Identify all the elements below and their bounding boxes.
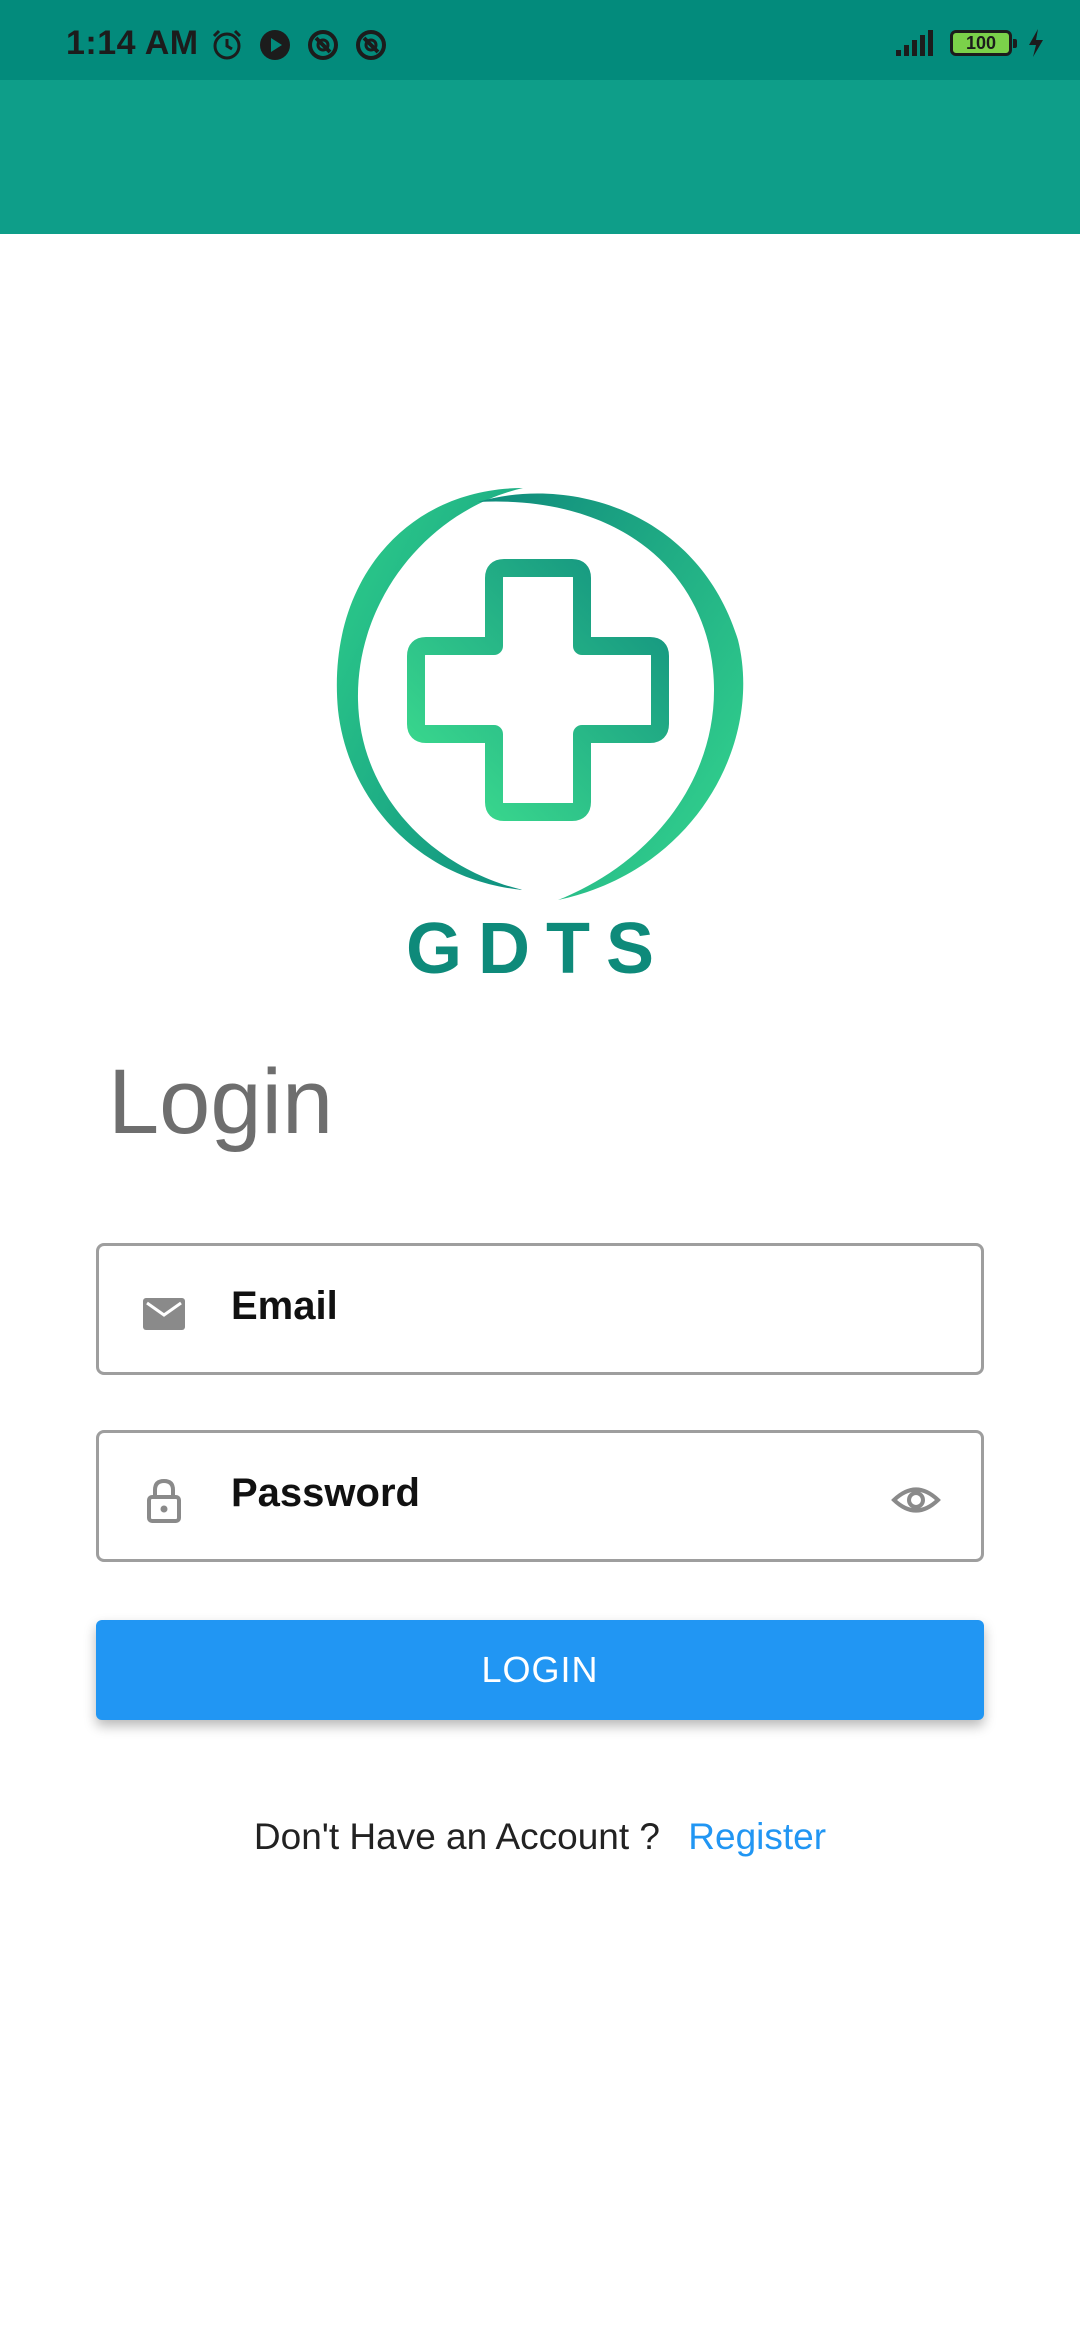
play-icon	[260, 30, 290, 60]
sync-icon	[356, 30, 386, 60]
visibility-toggle-icon[interactable]	[891, 1477, 941, 1523]
lock-icon	[147, 1478, 181, 1523]
register-row: Don't Have an Account ? Register	[0, 1816, 1080, 1858]
alarm-icon	[212, 29, 242, 60]
status-bar: 1:14 AM 100	[0, 0, 1080, 80]
login-button[interactable]: LOGIN	[96, 1620, 984, 1720]
brand-name: GDTS	[405, 909, 670, 989]
medical-cross-logo	[336, 488, 744, 900]
email-field[interactable]: Email	[96, 1243, 984, 1375]
app-bar	[0, 80, 1080, 234]
email-placeholder: Email	[231, 1284, 338, 1328]
battery-icon: 100	[950, 30, 1017, 56]
battery-level: 100	[965, 32, 997, 53]
status-icons-left	[210, 28, 388, 62]
register-link[interactable]: Register	[688, 1816, 826, 1857]
password-field[interactable]: Password	[96, 1430, 984, 1562]
sync-icon	[308, 30, 338, 60]
charging-icon	[1029, 29, 1043, 57]
status-icons-right: 100	[894, 28, 1046, 58]
password-placeholder: Password	[231, 1471, 420, 1515]
register-prompt: Don't Have an Account ?	[253, 1816, 661, 1857]
status-time: 1:14 AM	[66, 24, 199, 62]
mail-icon	[143, 1298, 185, 1330]
signal-icon	[896, 30, 933, 56]
page-title: Login	[108, 1051, 334, 1153]
